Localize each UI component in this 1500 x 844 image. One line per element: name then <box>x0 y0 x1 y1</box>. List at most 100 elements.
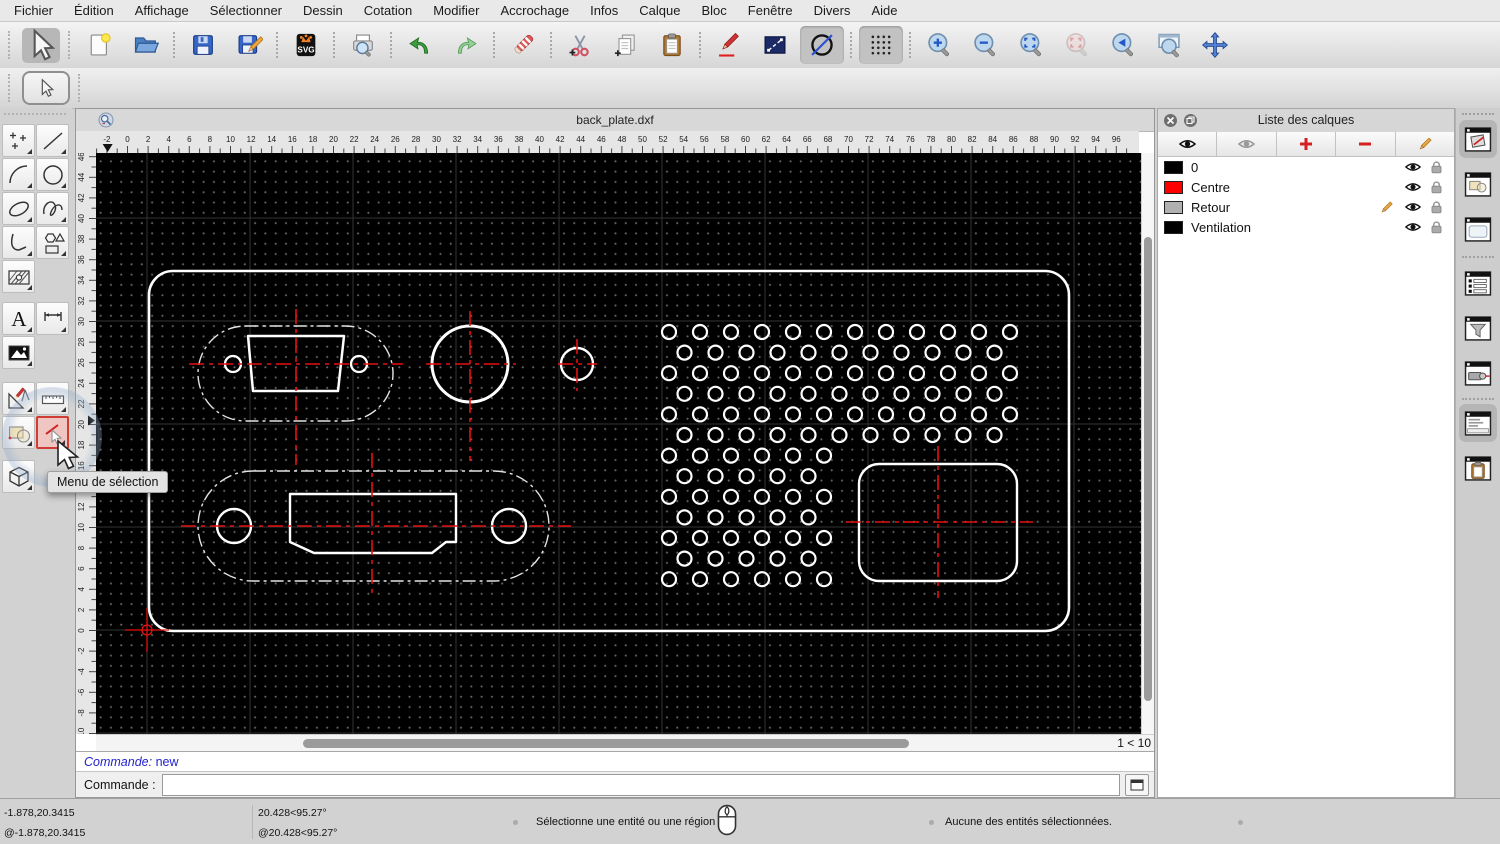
toolbar-drag-handle[interactable] <box>8 74 11 102</box>
3d-view-tool-button[interactable] <box>2 460 35 493</box>
layer-color-swatch[interactable] <box>1164 200 1183 214</box>
ortho-tool-button[interactable] <box>752 26 798 64</box>
layer-visibility-toggle[interactable] <box>1404 180 1422 194</box>
measure-tool-button[interactable] <box>36 382 69 415</box>
horizontal-scrollbar-thumb[interactable] <box>303 739 909 748</box>
palette-drag-handle[interactable] <box>4 113 66 115</box>
named-views-dock-button[interactable] <box>1459 354 1497 392</box>
paste-button[interactable] <box>649 26 695 64</box>
dimension-tool-button[interactable] <box>36 302 69 335</box>
save-as-button[interactable] <box>226 26 272 64</box>
selection-filter-dock-button[interactable] <box>1459 309 1497 347</box>
menu-bloc[interactable]: Bloc <box>701 3 726 18</box>
vertical-scrollbar-thumb[interactable] <box>1144 237 1152 701</box>
selection-menu-tool-button[interactable] <box>36 416 69 449</box>
pan-button[interactable] <box>1192 26 1238 64</box>
grid-toggle-button[interactable] <box>859 26 903 64</box>
circle-tool-button[interactable] <box>36 158 69 191</box>
save-button[interactable] <box>180 26 226 64</box>
polyline-tool-button[interactable] <box>2 226 35 259</box>
menu-divers[interactable]: Divers <box>814 3 851 18</box>
zoom-auto-button[interactable] <box>1008 26 1054 64</box>
layer-row-retour[interactable]: Retour <box>1158 197 1454 217</box>
command-detach-button[interactable] <box>1125 773 1149 796</box>
selection-pointer-button[interactable] <box>22 71 70 105</box>
menu-dition[interactable]: Édition <box>74 3 114 18</box>
zoom-out-button[interactable] <box>962 26 1008 64</box>
horizontal-scrollbar[interactable] <box>96 734 1111 751</box>
snap-free-button[interactable] <box>800 26 844 64</box>
menu-infos[interactable]: Infos <box>590 3 618 18</box>
spline-tool-button[interactable] <box>36 192 69 225</box>
zoom-window-button[interactable] <box>1146 26 1192 64</box>
arc-tool-button[interactable] <box>2 158 35 191</box>
print-preview-button[interactable] <box>340 26 386 64</box>
draw-tool-button[interactable] <box>706 26 752 64</box>
menu-aide[interactable]: Aide <box>871 3 897 18</box>
zoom-selection-button[interactable] <box>1054 26 1100 64</box>
image-tool-button[interactable] <box>2 336 35 369</box>
toolbar-drag-handle[interactable] <box>8 31 11 59</box>
polygon-tool-button[interactable] <box>36 226 69 259</box>
edit-layer-button[interactable] <box>1395 132 1455 157</box>
layer-visibility-toggle[interactable] <box>1404 220 1422 234</box>
drawing-canvas[interactable] <box>96 153 1141 734</box>
menu-dessin[interactable]: Dessin <box>303 3 343 18</box>
line-tool-button[interactable] <box>36 124 69 157</box>
vertical-scrollbar[interactable] <box>1141 153 1154 734</box>
layer-visibility-toggle[interactable] <box>1404 160 1422 174</box>
add-layer-button[interactable] <box>1276 132 1337 157</box>
redo-button[interactable] <box>443 26 489 64</box>
menu-affichage[interactable]: Affichage <box>135 3 189 18</box>
layer-lock-toggle[interactable] <box>1429 200 1447 214</box>
layer-row-ventilation[interactable]: Ventilation <box>1158 217 1454 237</box>
menu-accrochage[interactable]: Accrochage <box>500 3 569 18</box>
layer-color-swatch[interactable] <box>1164 180 1183 194</box>
zoom-in-button[interactable] <box>916 26 962 64</box>
menu-fentre[interactable]: Fenêtre <box>748 3 793 18</box>
layer-row-0[interactable]: 0 <box>1158 157 1454 177</box>
text-tool-button[interactable]: A <box>2 302 35 335</box>
command-widget-dock-button[interactable] <box>1459 404 1497 442</box>
dock-drag-handle[interactable] <box>1462 113 1494 115</box>
menu-fichier[interactable]: Fichier <box>14 3 53 18</box>
zoom-previous-button[interactable] <box>1100 26 1146 64</box>
clipboard-dock-button[interactable] <box>1459 449 1497 487</box>
menu-cotation[interactable]: Cotation <box>364 3 412 18</box>
open-file-button[interactable] <box>123 26 169 64</box>
layer-lock-toggle[interactable] <box>1429 160 1447 174</box>
layer-row-centre[interactable]: Centre <box>1158 177 1454 197</box>
undo-button[interactable] <box>397 26 443 64</box>
toolbar-drag-handle[interactable] <box>78 74 81 102</box>
toolbar-drag-handle[interactable] <box>68 31 71 59</box>
layer-lock-toggle[interactable] <box>1429 220 1447 234</box>
modify-tool-button[interactable] <box>2 382 35 415</box>
layer-visibility-toggle[interactable] <box>1404 200 1422 214</box>
block-tool-button[interactable] <box>2 416 35 449</box>
remove-layer-button[interactable] <box>1336 132 1396 157</box>
cut-button[interactable] <box>557 26 603 64</box>
drawing-window-titlebar[interactable]: back_plate.dxf <box>76 109 1154 132</box>
ruler-corner <box>76 131 97 154</box>
select-tool-button[interactable] <box>22 27 60 63</box>
layer-lock-toggle[interactable] <box>1429 180 1447 194</box>
copy-button[interactable] <box>603 26 649 64</box>
command-input[interactable] <box>161 773 1120 796</box>
new-document-button[interactable] <box>77 26 123 64</box>
points-tool-button[interactable] <box>2 124 35 157</box>
menu-slectionner[interactable]: Sélectionner <box>210 3 282 18</box>
show-all-layers-button[interactable] <box>1158 132 1218 157</box>
block-list-dock-button[interactable] <box>1459 165 1497 203</box>
hatch-tool-button[interactable] <box>2 260 35 293</box>
layer-list-dock-button[interactable] <box>1459 120 1497 158</box>
layer-color-swatch[interactable] <box>1164 160 1183 174</box>
ellipse-tool-button[interactable] <box>2 192 35 225</box>
entity-list-dock-button[interactable] <box>1459 264 1497 302</box>
delete-button[interactable] <box>500 26 546 64</box>
menu-modifier[interactable]: Modifier <box>433 3 479 18</box>
library-browser-dock-button[interactable] <box>1459 210 1497 248</box>
hide-all-layers-button[interactable] <box>1217 132 1277 157</box>
menu-calque[interactable]: Calque <box>639 3 680 18</box>
layer-color-swatch[interactable] <box>1164 220 1183 234</box>
export-svg-button[interactable]: SVG <box>283 26 329 64</box>
